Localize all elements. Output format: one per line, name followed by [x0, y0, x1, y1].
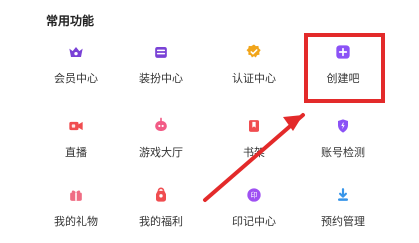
book-icon	[249, 120, 259, 132]
feature-reservation-management[interactable]: 预约管理	[298, 185, 388, 237]
bag-icon	[155, 47, 167, 58]
bag-gift-icon	[156, 187, 166, 202]
svg-text:印: 印	[251, 192, 258, 200]
video-icon	[69, 121, 83, 131]
feature-label: 游戏大厅	[139, 146, 183, 159]
certificate-icon	[246, 44, 261, 58]
seal-icon: 印	[247, 188, 261, 202]
feature-game-hall[interactable]: 游戏大厅	[116, 116, 206, 168]
feature-label: 直播	[65, 146, 87, 159]
feature-bookshelf[interactable]: 书架	[209, 116, 299, 168]
feature-label: 认证中心	[232, 72, 276, 85]
shield-lightning-icon	[338, 119, 348, 133]
feature-label: 印记中心	[232, 215, 276, 228]
feature-label: 我的福利	[139, 215, 183, 228]
feature-label: 预约管理	[321, 215, 365, 228]
feature-dressup[interactable]: 装扮中心	[116, 42, 206, 94]
download-icon	[338, 188, 348, 201]
feature-label: 装扮中心	[139, 72, 183, 85]
feature-panel: 常用功能 会员中心 装扮中心 认证中心 创建吧 直播 游戏大厅 书架 账号检测 …	[0, 0, 419, 243]
feature-label: 我的礼物	[54, 215, 98, 228]
feature-my-benefits[interactable]: 我的福利	[116, 185, 206, 237]
feature-label: 书架	[243, 146, 265, 159]
highlight-box	[304, 33, 385, 103]
feature-membership[interactable]: 会员中心	[31, 42, 121, 94]
feature-seal-center[interactable]: 印 印记中心	[209, 185, 299, 237]
crown-icon	[69, 47, 83, 57]
feature-account-check[interactable]: 账号检测	[298, 116, 388, 168]
game-icon	[155, 117, 167, 131]
feature-live[interactable]: 直播	[31, 116, 121, 168]
gift-icon	[70, 190, 82, 201]
feature-label: 账号检测	[321, 146, 365, 159]
feature-my-gifts[interactable]: 我的礼物	[31, 185, 121, 237]
feature-certification[interactable]: 认证中心	[209, 42, 299, 94]
feature-label: 会员中心	[54, 72, 98, 85]
